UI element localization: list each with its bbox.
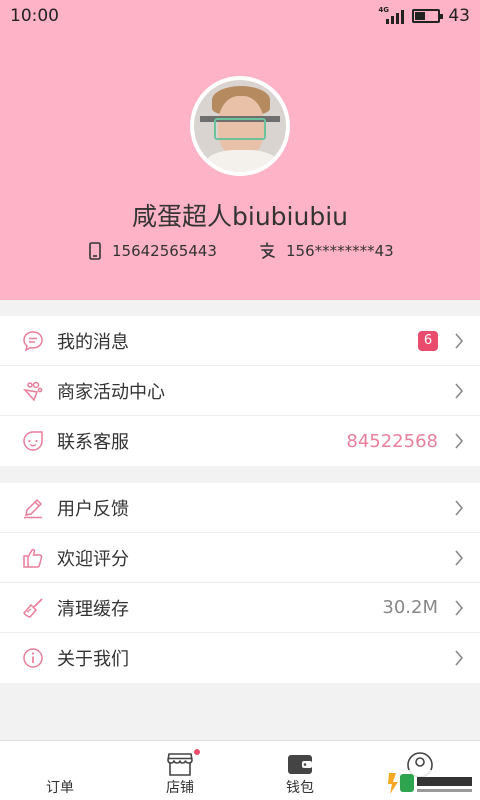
status-time: 10:00 (10, 6, 59, 26)
signal-icon: 4G (378, 6, 405, 24)
nav-label: 订单 (46, 780, 74, 796)
alipay-icon (260, 242, 275, 259)
battery-icon (412, 9, 444, 23)
watermark-logo (386, 770, 476, 796)
message-icon (23, 331, 43, 352)
avatar[interactable] (190, 76, 290, 176)
chevron-right-icon (455, 500, 464, 516)
menu-label: 我的消息 (57, 331, 129, 353)
broom-icon (23, 598, 43, 618)
store-icon (167, 753, 193, 776)
profile-header: 咸蛋超人biubiubiu 15642565443 156********43 (0, 32, 480, 300)
menu-item-clear-cache[interactable]: 清理缓存 30.2M (0, 583, 480, 633)
battery-percent: 43 (448, 6, 470, 26)
status-bar: 10:00 4G 43 (0, 0, 480, 32)
alipay-info: 156********43 (258, 242, 394, 260)
cache-size: 30.2M (382, 597, 438, 618)
menu-group-1: 我的消息 6 商家活动中心 联系客服 84522568 (0, 316, 480, 466)
chevron-right-icon (455, 550, 464, 566)
phone-icon (89, 242, 101, 260)
menu-item-customer-service[interactable]: 联系客服 84522568 (0, 416, 480, 466)
menu-item-rating[interactable]: 欢迎评分 (0, 533, 480, 583)
pencil-icon (24, 498, 43, 519)
thumbs-up-icon (23, 548, 43, 568)
nav-tab-orders[interactable]: 订单 (0, 741, 120, 800)
nav-label: 店铺 (166, 780, 194, 796)
chevron-right-icon (455, 600, 464, 616)
unread-badge: 6 (418, 330, 438, 351)
nav-tab-store[interactable]: 店铺 (120, 741, 240, 800)
status-indicators: 4G 43 (378, 6, 470, 26)
phone-number: 15642565443 (112, 242, 217, 260)
user-name: 咸蛋超人biubiubiu (132, 202, 348, 231)
wallet-icon (288, 755, 312, 774)
service-phone-number[interactable]: 84522568 (346, 431, 438, 452)
chevron-right-icon (455, 333, 464, 349)
info-icon (23, 648, 43, 668)
store-notification-dot (194, 749, 200, 755)
nav-tab-wallet[interactable]: 钱包 (240, 741, 360, 800)
menu-label: 商家活动中心 (57, 381, 165, 403)
alipay-account: 156********43 (286, 242, 394, 260)
chevron-right-icon (455, 650, 464, 666)
service-icon (23, 431, 43, 451)
menu-label: 用户反馈 (57, 498, 129, 520)
menu-label: 欢迎评分 (57, 548, 129, 570)
menu-label: 关于我们 (57, 649, 129, 670)
chevron-right-icon (455, 433, 464, 449)
chevron-right-icon (455, 383, 464, 399)
menu-item-about[interactable]: 关于我们 (0, 633, 480, 683)
phone-info: 15642565443 (88, 242, 217, 260)
menu-item-feedback[interactable]: 用户反馈 (0, 483, 480, 533)
menu-group-2: 用户反馈 欢迎评分 清理缓存 30.2M 关于我们 (0, 483, 480, 683)
menu-item-messages[interactable]: 我的消息 6 (0, 316, 480, 366)
menu-label: 清理缓存 (57, 598, 129, 620)
menu-label: 联系客服 (57, 432, 129, 453)
gift-icon (23, 381, 43, 402)
nav-label: 钱包 (286, 780, 314, 796)
menu-item-merchant-activity[interactable]: 商家活动中心 (0, 366, 480, 416)
